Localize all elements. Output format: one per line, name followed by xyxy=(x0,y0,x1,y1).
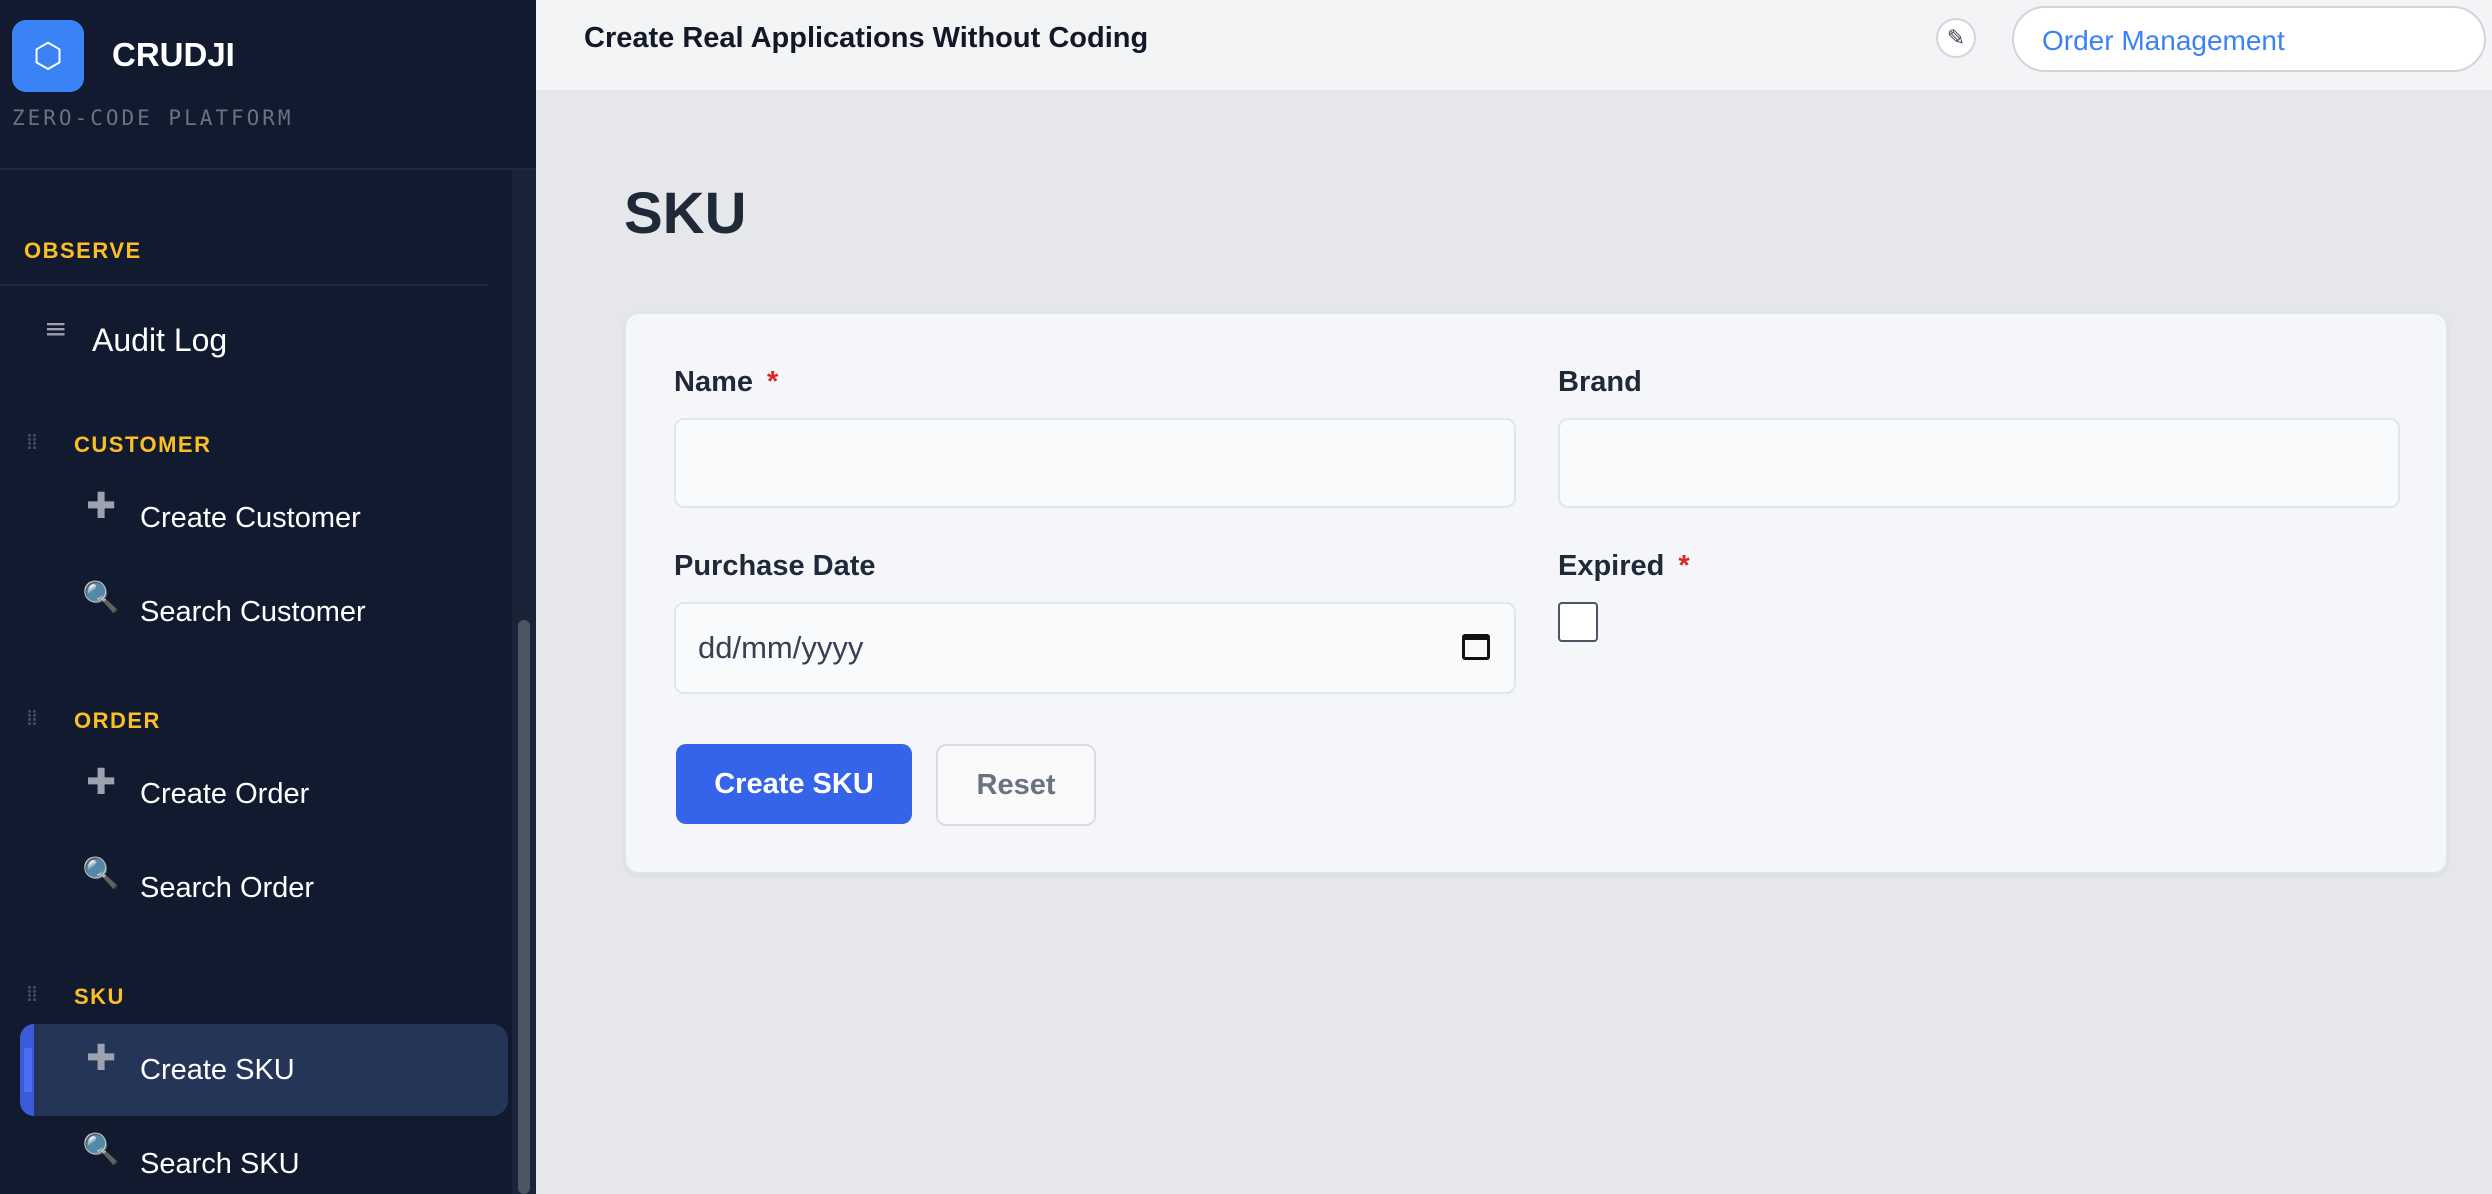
sku-form-card: Name * Brand Purchase Date dd/mm/yyyy Exp… xyxy=(624,312,2448,874)
section-observe: OBSERVE xyxy=(24,238,142,263)
project-selector[interactable]: Order Management xyxy=(2012,6,2486,72)
magnifier-icon: 🔍 xyxy=(82,580,120,615)
reset-button[interactable]: Reset xyxy=(936,744,1096,826)
create-sku-button[interactable]: Create SKU xyxy=(676,744,912,824)
calendar-icon[interactable] xyxy=(1462,634,1490,660)
page-title: SKU xyxy=(624,181,747,246)
sidebar-item-search-customer[interactable]: 🔍 Search Customer xyxy=(20,566,508,658)
divider xyxy=(0,284,488,286)
drag-handle-icon[interactable]: ⁞⁞ xyxy=(26,982,38,1007)
top-bar: Create Real Applications Without Coding … xyxy=(536,0,2492,90)
magnifier-icon: 🔍 xyxy=(82,1132,120,1167)
sidebar-item-create-order[interactable]: ✚ Create Order xyxy=(20,748,508,840)
sidebar: ⬡ CRUDJI ZERO-CODE PLATFORM OBSERVE ≡ Au… xyxy=(0,0,536,1194)
section-order: ORDER xyxy=(74,708,161,733)
sidebar-item-create-customer[interactable]: ✚ Create Customer xyxy=(20,472,508,564)
sidebar-item-label: Audit Log xyxy=(92,322,228,358)
name-field[interactable] xyxy=(674,418,1516,508)
hexagon-logo-icon: ⬡ xyxy=(12,20,84,92)
sidebar-item-label: Create Customer xyxy=(140,502,361,534)
menu-icon: ≡ xyxy=(44,312,68,345)
sidebar-item-label: Search SKU xyxy=(140,1148,300,1180)
sidebar-item-label: Search Order xyxy=(140,872,315,904)
required-mark: * xyxy=(1678,550,1690,582)
plus-icon: ✚ xyxy=(86,762,117,803)
expired-checkbox[interactable] xyxy=(1558,602,1598,642)
magnifier-icon: 🔍 xyxy=(82,856,120,891)
section-sku: SKU xyxy=(74,984,125,1009)
sidebar-item-search-sku[interactable]: 🔍 Search SKU xyxy=(20,1118,508,1194)
purchase-date-field[interactable]: dd/mm/yyyy xyxy=(674,602,1516,694)
sidebar-item-create-sku[interactable]: ✚ Create SKU xyxy=(20,1024,508,1116)
brand-header: ⬡ CRUDJI ZERO-CODE PLATFORM xyxy=(0,0,536,170)
app-tagline: Create Real Applications Without Coding xyxy=(584,22,1149,54)
brand-name: CRUDJI xyxy=(112,36,235,73)
brand-tagline: ZERO-CODE PLATFORM xyxy=(12,106,294,130)
section-customer: CUSTOMER xyxy=(74,432,212,457)
edit-pencil-icon[interactable]: ✎ xyxy=(1936,18,1976,58)
sidebar-scrollbar-thumb[interactable] xyxy=(518,620,530,1194)
brand-field[interactable] xyxy=(1558,418,2400,508)
drag-handle-icon[interactable]: ⁞⁞ xyxy=(26,706,38,731)
purchase-date-label: Purchase Date xyxy=(674,550,876,582)
brand-label: Brand xyxy=(1558,366,1642,398)
sidebar-item-label: Search Customer xyxy=(140,596,366,628)
project-name: Order Management xyxy=(2042,25,2285,56)
expired-label: Expired * xyxy=(1558,550,1690,582)
drag-handle-icon[interactable]: ⁞⁞ xyxy=(26,430,38,455)
sidebar-item-label: Create Order xyxy=(140,778,310,810)
required-mark: * xyxy=(767,366,779,398)
name-label: Name * xyxy=(674,366,779,398)
plus-icon: ✚ xyxy=(86,486,117,527)
plus-icon: ✚ xyxy=(86,1038,117,1079)
sidebar-item-search-order[interactable]: 🔍 Search Order xyxy=(20,842,508,934)
date-placeholder: dd/mm/yyyy xyxy=(698,630,864,665)
sidebar-item-label: Create SKU xyxy=(140,1054,295,1086)
